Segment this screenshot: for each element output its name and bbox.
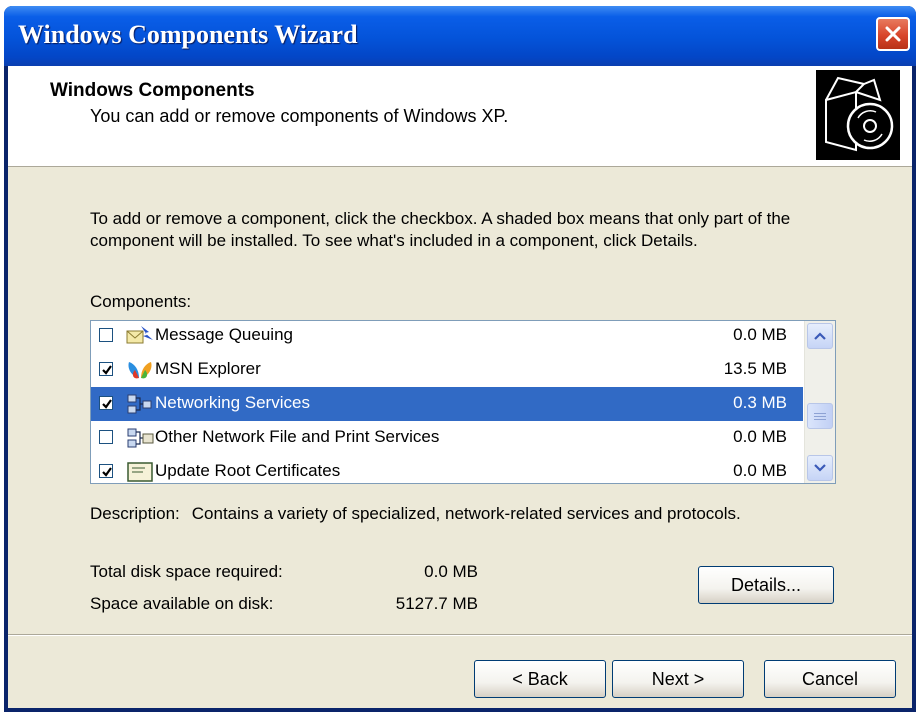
networking-services-icon: [125, 392, 155, 416]
chevron-down-icon: [814, 464, 826, 472]
component-size: 0.0 MB: [733, 427, 787, 446]
total-disk-value: 0.0 MB: [424, 562, 478, 581]
component-name: Update Root Certificates: [155, 461, 341, 480]
wizard-header: Windows Components You can add or remove…: [8, 66, 912, 167]
dialog-client-area: Windows Components You can add or remove…: [8, 66, 912, 708]
components-scrollbar[interactable]: [804, 321, 835, 483]
component-row-networking-services[interactable]: Networking Services 0.3 MB: [91, 387, 803, 421]
component-size: 0.0 MB: [733, 461, 787, 480]
wizard-window: Windows Components Wizard Windows Compon…: [4, 6, 916, 712]
network-file-print-icon: [125, 426, 155, 450]
checkmark-icon: [102, 467, 112, 477]
description: Description: Contains a variety of specia…: [90, 504, 741, 524]
certificate-icon: [125, 460, 155, 483]
component-size: 0.0 MB: [733, 325, 787, 344]
total-disk-label: Total disk space required:: [90, 562, 283, 581]
header-title: Windows Components: [50, 80, 255, 101]
cancel-button[interactable]: Cancel: [764, 660, 896, 698]
available-space-value: 5127.7 MB: [395, 594, 478, 613]
window-title: Windows Components Wizard: [18, 20, 358, 49]
header-subtitle: You can add or remove components of Wind…: [90, 106, 509, 126]
component-row-update-root-certificates[interactable]: Update Root Certificates 0.0 MB: [91, 455, 803, 483]
description-label: Description:: [90, 504, 180, 523]
components-label: Components:: [90, 292, 192, 311]
component-size: 13.5 MB: [723, 359, 787, 378]
scroll-down-button[interactable]: [807, 455, 833, 481]
footer-divider: [8, 634, 912, 636]
close-x-icon: [885, 26, 901, 42]
scroll-up-button[interactable]: [807, 323, 833, 349]
available-space-label: Space available on disk:: [90, 594, 274, 613]
back-button[interactable]: < Back: [474, 660, 606, 698]
components-list[interactable]: Message Queuing 0.0 MB MSN Explorer 13.5: [90, 320, 836, 484]
box-with-cd-icon: [816, 70, 900, 160]
message-queuing-icon: [125, 324, 155, 348]
component-checkbox[interactable]: [99, 362, 113, 376]
component-name: MSN Explorer: [155, 359, 261, 378]
scroll-thumb[interactable]: [807, 403, 833, 429]
title-bar[interactable]: Windows Components Wizard: [4, 6, 916, 66]
component-name: Networking Services: [155, 393, 310, 412]
component-checkbox[interactable]: [99, 396, 113, 410]
next-button[interactable]: Next >: [612, 660, 744, 698]
component-row-other-network-file-print[interactable]: Other Network File and Print Services 0.…: [91, 421, 803, 455]
chevron-up-icon: [814, 332, 826, 340]
component-checkbox[interactable]: [99, 464, 113, 478]
component-row-msn-explorer[interactable]: MSN Explorer 13.5 MB: [91, 353, 803, 387]
description-text: Contains a variety of specialized, netwo…: [191, 504, 741, 523]
msn-butterfly-icon: [125, 358, 155, 382]
details-button[interactable]: Details...: [698, 566, 834, 604]
component-size: 0.3 MB: [733, 393, 787, 412]
close-button[interactable]: [876, 17, 910, 51]
component-row-message-queuing[interactable]: Message Queuing 0.0 MB: [91, 321, 803, 353]
checkmark-icon: [102, 365, 112, 375]
component-checkbox[interactable]: [99, 328, 113, 342]
component-name: Other Network File and Print Services: [155, 427, 440, 446]
component-name: Message Queuing: [155, 325, 293, 344]
component-checkbox[interactable]: [99, 430, 113, 444]
instructions-text: To add or remove a component, click the …: [90, 209, 791, 250]
checkmark-icon: [102, 399, 112, 409]
